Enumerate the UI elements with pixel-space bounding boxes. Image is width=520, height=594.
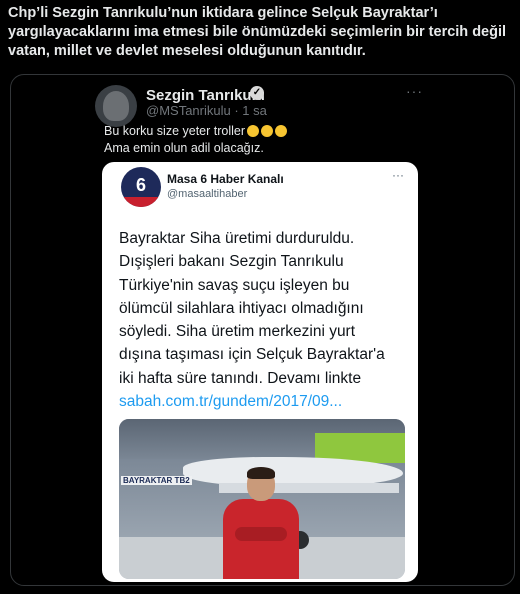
quoted-photo[interactable]: BAYRAKTAR TB2 — [119, 419, 405, 579]
headline-line: yargılayacaklarını ima etmesi bile önümü… — [8, 24, 507, 40]
quoted-line: Bayraktar Siha üretimi durduruldu. — [119, 230, 355, 247]
quoted-author-handle[interactable]: @masaaltihaber — [167, 188, 247, 200]
quoted-link[interactable]: sabah.com.tr/gundem/2017/09... — [119, 390, 409, 413]
quoted-line: Türkiye'nin savaş suçu işleyen bu — [119, 276, 350, 294]
grinning-face-icon — [275, 125, 288, 137]
logo-number: 6 — [135, 175, 146, 195]
quoted-line: iki hafta süre tanındı. Devamı linkte — [119, 369, 362, 387]
grinning-face-icon — [247, 125, 260, 137]
headline-line: Chp’li Sezgin Tanrıkulu’nun iktidara gel… — [8, 5, 438, 21]
author-name[interactable]: Sezgin Tanrıkulu — [146, 87, 265, 104]
headline: Chp’li Sezgin Tanrıkulu’nun iktidara gel… — [8, 4, 512, 61]
quoted-line: söyledi. Siha üretim merkezini yurt — [119, 323, 356, 341]
quoted-text: Bayraktar Siha üretimi durduruldu. Dışiş… — [119, 227, 409, 413]
tweet-line: Ama emin olun adil olacağız. — [104, 141, 264, 155]
verified-badge-icon: ✓ — [250, 86, 264, 100]
more-dots-icon[interactable]: ··· — [406, 83, 423, 99]
quoted-line: dışına taşıması için Selçuk Bayraktar'a — [119, 346, 385, 364]
avatar[interactable] — [95, 85, 137, 127]
quoted-line: Dışişleri bakanı Sezgin Tanrıkulu — [119, 253, 344, 271]
author-handle[interactable]: @MSTanrikulu · 1 sa — [146, 103, 267, 118]
tweet-line: Bu korku size yeter troller — [104, 124, 246, 138]
quoted-author-name[interactable]: Masa 6 Haber Kanalı — [167, 172, 284, 186]
quoted-line: ölümcül silahlara ihtiyacı olmadığını — [119, 299, 364, 317]
quoted-avatar[interactable]: 6 — [121, 167, 161, 207]
tweet-text: Bu korku size yeter troller Ama emin olu… — [104, 123, 288, 157]
grinning-face-icon — [261, 125, 274, 137]
headline-line: vatan, millet ve devlet meselesi olduğun… — [8, 43, 366, 59]
quoted-tweet[interactable]: 6 Masa 6 Haber Kanalı @masaaltihaber ···… — [102, 162, 418, 582]
quoted-more-dots-icon[interactable]: ··· — [392, 168, 404, 182]
photo-label: BAYRAKTAR TB2 — [121, 476, 192, 485]
